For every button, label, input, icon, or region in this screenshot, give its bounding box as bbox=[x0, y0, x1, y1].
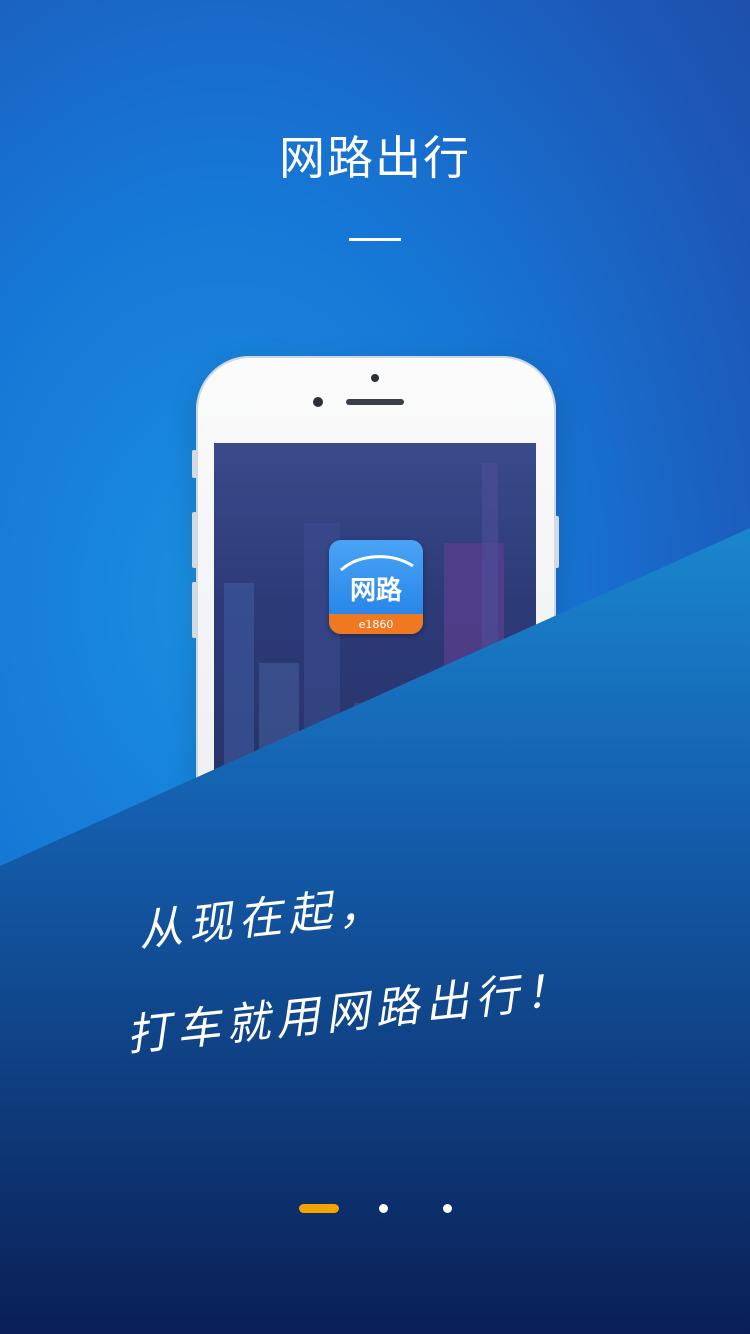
page-dot[interactable] bbox=[443, 1204, 452, 1213]
page-dot-active[interactable] bbox=[299, 1204, 339, 1213]
page-dot[interactable] bbox=[379, 1204, 388, 1213]
page-indicator bbox=[0, 1202, 750, 1216]
splash-screen: 网路出行 网路 e1860 从现在起， 打车就用网路出行！ bbox=[0, 0, 750, 1334]
diagonal-band bbox=[0, 528, 750, 1334]
